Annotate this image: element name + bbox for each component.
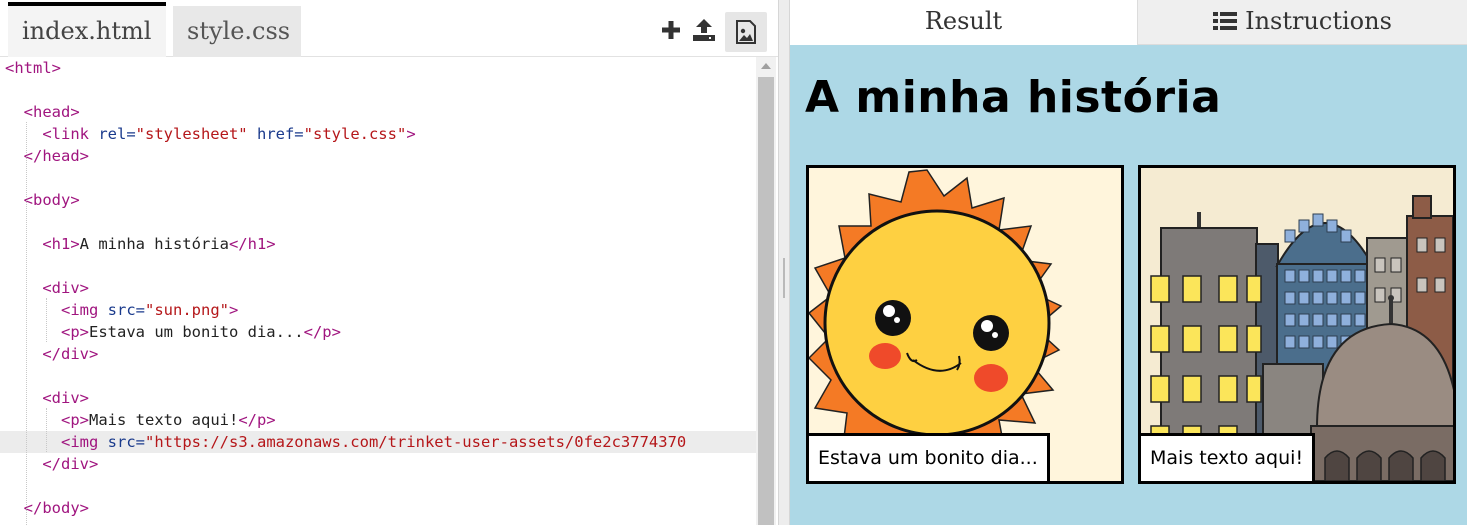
code-line[interactable] [0,79,756,101]
code-line[interactable]: <div> [0,277,756,299]
pane-splitter[interactable] [778,0,790,525]
code-token: <head> [23,103,80,121]
code-token: <div> [42,389,89,407]
code-token: > [406,125,416,143]
code-token: <p> [61,411,89,429]
tab-style-css[interactable]: style.css [173,6,301,57]
indent-guide [46,298,47,342]
code-token: <body> [23,191,80,209]
code-line[interactable]: <p>Estava um bonito dia...</p> [0,321,756,343]
code-line[interactable]: <head> [0,101,756,123]
code-token: <div> [42,279,89,297]
code-editor-pane: index.html style.css <html> <head> <link… [0,0,778,525]
code-token: A minha história [79,235,229,253]
code-line[interactable]: <p>Mais texto aqui!</p> [0,409,756,431]
panel-caption: Mais texto aqui! [1141,433,1316,481]
upload-icon [693,19,715,41]
code-token: Mais texto aqui! [89,411,239,429]
tab-result-label: Result [924,7,1003,35]
indent-guide [26,122,27,525]
code-token: src= [107,301,145,319]
file-tab-bar: index.html style.css [0,0,778,57]
code-line[interactable]: </div> [0,343,756,365]
code-line[interactable]: </body> [0,497,756,519]
code-token: "https://s3.amazonaws.com/trinket-user-a… [145,433,687,451]
editor-scrollbar[interactable] [756,57,776,525]
code-area[interactable]: <html> <head> <link rel="stylesheet" hre… [0,57,756,525]
add-file-button[interactable] [656,14,686,46]
code-token: </div> [42,455,99,473]
code-token: <h1> [42,235,80,253]
code-token: <img [61,433,108,451]
result-tab-bar: Result Instructions [790,0,1467,45]
code-line[interactable]: <link rel="stylesheet" href="style.css"> [0,123,756,145]
code-token: </head> [23,147,89,165]
scrollbar-thumb[interactable] [758,77,774,525]
code-line[interactable]: <img src="https://s3.amazonaws.com/trink… [0,431,756,453]
plus-icon [662,21,680,39]
comic-panel-1: Estava um bonito dia... [806,165,1124,484]
code-token: "style.css" [303,125,407,143]
code-line[interactable] [0,365,756,387]
code-token: <img [61,301,108,319]
code-line[interactable] [0,167,756,189]
code-line[interactable]: </div> [0,453,756,475]
tab-result[interactable]: Result [790,0,1137,45]
code-token: src= [107,433,145,451]
code-line[interactable] [0,211,756,233]
code-line[interactable]: <body> [0,189,756,211]
code-line[interactable]: <html> [0,57,756,79]
code-line[interactable]: </head> [0,145,756,167]
code-token: </div> [42,345,99,363]
comic-panel-2: Mais texto aqui! [1138,165,1456,484]
image-library-button[interactable] [725,12,767,52]
indent-guide [46,408,47,452]
code-line[interactable]: <div> [0,387,756,409]
code-token: </body> [23,499,89,517]
code-token: rel= [98,125,136,143]
code-token: <p> [61,323,89,341]
code-token: </p> [238,411,276,429]
code-line[interactable]: <img src="sun.png"> [0,299,756,321]
code-token: > [229,301,239,319]
upload-file-button[interactable] [689,14,719,46]
code-token: href= [256,125,304,143]
code-token: <link [42,125,99,143]
code-token: </h1> [228,235,276,253]
image-icon [736,20,756,44]
code-line[interactable] [0,475,756,497]
list-icon [1213,11,1238,30]
code-token: </p> [303,323,341,341]
code-line[interactable] [0,255,756,277]
code-token: "sun.png" [145,301,229,319]
result-preview: A minha história Estava um bonito dia... [790,45,1467,525]
panel-caption: Estava um bonito dia... [809,433,1050,481]
splitter-grip-icon[interactable] [783,258,785,298]
tab-index-html[interactable]: index.html [8,2,166,57]
code-token: <html> [5,59,61,77]
tab-instructions-label: Instructions [1245,7,1392,35]
page-title: A minha história [805,72,1222,123]
code-token: "stylesheet" [135,125,248,143]
tab-instructions[interactable]: Instructions [1137,0,1467,45]
code-line[interactable]: <h1>A minha história</h1> [0,233,756,255]
code-token: Estava um bonito dia... [89,323,304,341]
scroll-up-arrow-icon[interactable] [761,63,771,69]
